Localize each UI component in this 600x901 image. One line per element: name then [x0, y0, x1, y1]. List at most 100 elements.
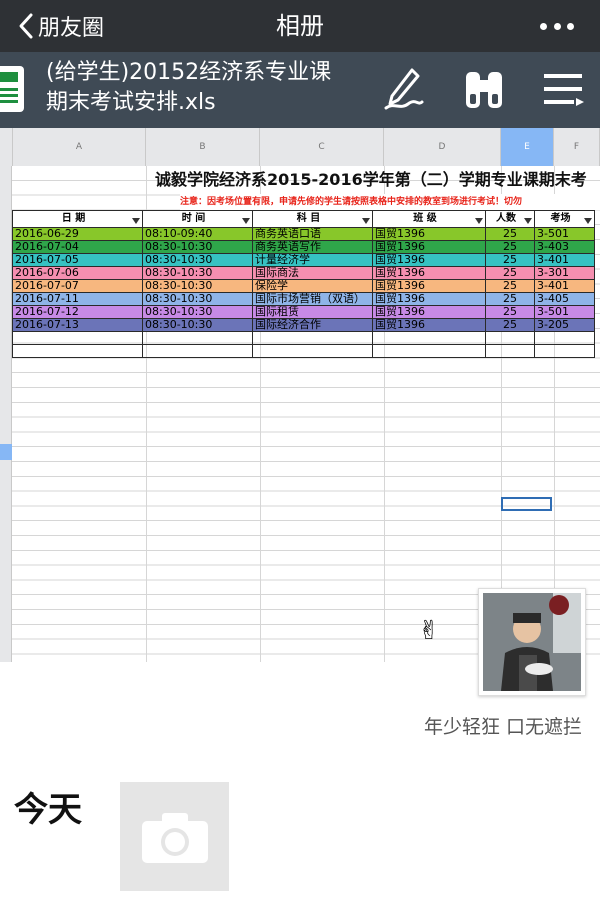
- table-row[interactable]: 2016-07-05 08:30-10:30 计量经济学 国贸1396 25 3-401: [12, 253, 595, 267]
- filter-dropdown-icon[interactable]: [362, 218, 370, 224]
- cell-subject[interactable]: 计量经济学: [252, 253, 373, 267]
- cell-subject[interactable]: 商务英语口语: [252, 227, 373, 241]
- empty-cell[interactable]: [252, 331, 373, 345]
- header-subject[interactable]: 科 目: [252, 210, 373, 228]
- cell-class[interactable]: 国贸1396: [372, 305, 486, 319]
- cell-room[interactable]: 3-401: [534, 279, 595, 293]
- empty-row[interactable]: [12, 344, 595, 358]
- empty-cell[interactable]: [534, 331, 595, 345]
- cell-room[interactable]: 3-205: [534, 318, 595, 332]
- filter-dropdown-icon[interactable]: [524, 218, 532, 224]
- cell-class[interactable]: 国贸1396: [372, 240, 486, 254]
- cell-subject[interactable]: 国际市场营销（双语）: [252, 292, 373, 306]
- cell-room[interactable]: 3-403: [534, 240, 595, 254]
- column-header-f[interactable]: F: [554, 128, 600, 166]
- cell-count[interactable]: 25: [485, 305, 535, 319]
- cell-time[interactable]: 08:30-10:30: [142, 266, 253, 280]
- cell-class[interactable]: 国贸1396: [372, 279, 486, 293]
- table-row[interactable]: 2016-07-12 08:30-10:30 国际租赁 国贸1396 25 3-501: [12, 305, 595, 319]
- cell-date[interactable]: 2016-07-04: [12, 240, 143, 254]
- cell-count[interactable]: 25: [485, 292, 535, 306]
- cell-date[interactable]: 2016-07-11: [12, 292, 143, 306]
- cell-date[interactable]: 2016-06-29: [12, 227, 143, 241]
- cell-subject[interactable]: 保险学: [252, 279, 373, 293]
- column-header-a[interactable]: A: [13, 128, 146, 166]
- cell-class[interactable]: 国贸1396: [372, 266, 486, 280]
- empty-cell[interactable]: [485, 331, 535, 345]
- filter-dropdown-icon[interactable]: [475, 218, 483, 224]
- header-count[interactable]: 人数: [485, 210, 535, 228]
- cell-time[interactable]: 08:30-10:30: [142, 305, 253, 319]
- cell-subject[interactable]: 国际商法: [252, 266, 373, 280]
- cell-class[interactable]: 国贸1396: [372, 253, 486, 267]
- column-header-d[interactable]: D: [384, 128, 501, 166]
- cell-date[interactable]: 2016-07-05: [12, 253, 143, 267]
- cell-count[interactable]: 25: [485, 253, 535, 267]
- empty-cell[interactable]: [12, 331, 143, 345]
- table-row[interactable]: 2016-07-11 08:30-10:30 国际市场营销（双语） 国贸1396 25 3…: [12, 292, 595, 306]
- cell-date[interactable]: 2016-07-13: [12, 318, 143, 332]
- empty-cell[interactable]: [252, 344, 373, 358]
- cell-class[interactable]: 国贸1396: [372, 318, 486, 332]
- column-header-e[interactable]: E: [501, 128, 554, 166]
- empty-cell[interactable]: [12, 344, 143, 358]
- empty-cell[interactable]: [372, 331, 486, 345]
- empty-cell[interactable]: [142, 344, 253, 358]
- column-header-c[interactable]: C: [260, 128, 384, 166]
- today-label: 今天: [14, 790, 82, 830]
- cell-count[interactable]: 25: [485, 279, 535, 293]
- cell-class[interactable]: 国贸1396: [372, 227, 486, 241]
- cell-subject[interactable]: 商务英语写作: [252, 240, 373, 254]
- cell-subject[interactable]: 国际经济合作: [252, 318, 373, 332]
- cell-time[interactable]: 08:30-10:30: [142, 253, 253, 267]
- cell-date[interactable]: 2016-07-06: [12, 266, 143, 280]
- header-date[interactable]: 日 期: [12, 210, 143, 228]
- table-row[interactable]: 2016-06-29 08:10-09:40 商务英语口语 国贸1396 25 3-501: [12, 227, 595, 241]
- cell-date[interactable]: 2016-07-12: [12, 305, 143, 319]
- binoculars-search-icon[interactable]: [462, 66, 506, 112]
- empty-cell[interactable]: [142, 331, 253, 345]
- draw-pen-icon[interactable]: [382, 66, 426, 112]
- filter-dropdown-icon[interactable]: [242, 218, 250, 224]
- filter-dropdown-icon[interactable]: [132, 218, 140, 224]
- album-photo[interactable]: (给学生)20152经济系专业课期末考试安排.xls A B C D E F 诚…: [0, 52, 600, 662]
- avatar-thumbnail[interactable]: [478, 588, 586, 696]
- cell-count[interactable]: 25: [485, 266, 535, 280]
- cell-room[interactable]: 3-301: [534, 266, 595, 280]
- table-row[interactable]: 2016-07-07 08:30-10:30 保险学 国贸1396 25 3-401: [12, 279, 595, 293]
- empty-row[interactable]: [12, 331, 595, 345]
- post-caption: 年少轻狂 口无遮拦: [423, 716, 582, 738]
- cell-room[interactable]: 3-405: [534, 292, 595, 306]
- cell-count[interactable]: 25: [485, 227, 535, 241]
- cell-subject[interactable]: 国际租赁: [252, 305, 373, 319]
- cell-room[interactable]: 3-401: [534, 253, 595, 267]
- empty-cell[interactable]: [372, 344, 486, 358]
- more-button[interactable]: [540, 18, 574, 34]
- cell-time[interactable]: 08:30-10:30: [142, 240, 253, 254]
- table-row[interactable]: 2016-07-04 08:30-10:30 商务英语写作 国贸1396 25 3-403: [12, 240, 595, 254]
- cell-date[interactable]: 2016-07-07: [12, 279, 143, 293]
- header-class[interactable]: 班 级: [372, 210, 486, 228]
- cell-count[interactable]: 25: [485, 240, 535, 254]
- cell-time[interactable]: 08:30-10:30: [142, 279, 253, 293]
- table-row[interactable]: 2016-07-13 08:30-10:30 国际经济合作 国贸1396 25 3-205: [12, 318, 595, 332]
- back-button[interactable]: 朋友圈: [18, 8, 104, 44]
- cell-class[interactable]: 国贸1396: [372, 292, 486, 306]
- cell-time[interactable]: 08:10-09:40: [142, 227, 253, 241]
- selected-cell[interactable]: [501, 497, 552, 511]
- header-time[interactable]: 时 间: [142, 210, 253, 228]
- cell-room[interactable]: 3-501: [534, 305, 595, 319]
- menu-icon[interactable]: [542, 66, 586, 112]
- column-header-b[interactable]: B: [146, 128, 260, 166]
- filter-dropdown-icon[interactable]: [584, 218, 592, 224]
- cell-time[interactable]: 08:30-10:30: [142, 318, 253, 332]
- select-all-corner[interactable]: [0, 128, 13, 166]
- empty-cell[interactable]: [485, 344, 535, 358]
- empty-cell[interactable]: [534, 344, 595, 358]
- cell-count[interactable]: 25: [485, 318, 535, 332]
- add-photo-button[interactable]: [120, 782, 229, 891]
- header-room[interactable]: 考场: [534, 210, 595, 228]
- cell-time[interactable]: 08:30-10:30: [142, 292, 253, 306]
- table-row[interactable]: 2016-07-06 08:30-10:30 国际商法 国贸1396 25 3-301: [12, 266, 595, 280]
- cell-room[interactable]: 3-501: [534, 227, 595, 241]
